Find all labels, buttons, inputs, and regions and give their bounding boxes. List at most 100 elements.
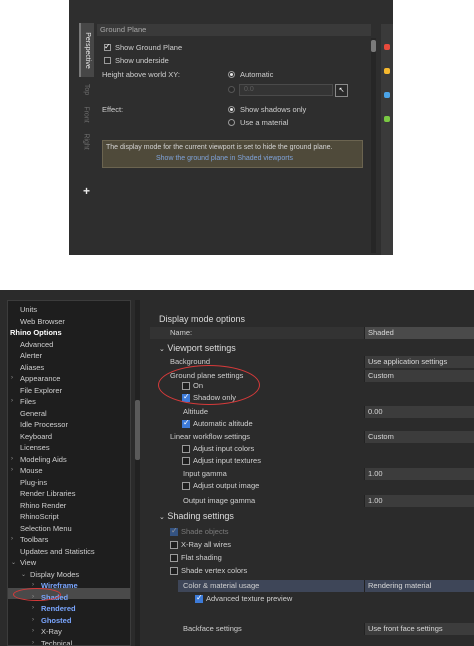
tree-item[interactable]: Technical (41, 638, 72, 646)
tree-item[interactable]: Display Modes (30, 569, 79, 580)
tree-item[interactable]: Mouse (20, 465, 43, 476)
rhino-options-dialog: Units Web Browser Rhino Options Advanced Ale… (0, 290, 474, 646)
tree-scrollbar[interactable] (135, 300, 140, 646)
ground-plane-panel: Perspective Top Front Right + Ground Pla… (69, 0, 393, 255)
chevron-right-icon[interactable]: › (11, 467, 13, 473)
selection-highlight-ellipse (13, 588, 61, 601)
tree-item[interactable]: Render Libraries (20, 488, 75, 499)
effect-shadows-radio[interactable] (228, 106, 235, 113)
panel-scrollbar[interactable] (371, 38, 376, 253)
tree-item[interactable]: Ghosted (41, 615, 71, 626)
chevron-right-icon[interactable]: › (11, 456, 13, 462)
show-underside-label: Show underside (115, 56, 169, 65)
background-dropdown[interactable]: Use application settings (364, 356, 474, 368)
panel-title: Ground Plane (97, 24, 371, 36)
input-gamma-label: Input gamma (183, 469, 227, 478)
tree-item[interactable]: Rendered (41, 603, 76, 614)
tree-item[interactable]: Updates and Statistics (20, 546, 95, 557)
tab-top-label: Top (82, 83, 90, 95)
chevron-right-icon[interactable]: › (32, 640, 34, 646)
tree-item[interactable]: Units (20, 304, 37, 315)
tree-item[interactable]: X-Ray (41, 626, 62, 637)
tree-item[interactable]: Keyboard (20, 431, 52, 442)
folder-icon[interactable] (384, 92, 390, 98)
name-label: Name: (170, 328, 193, 337)
adjust-output-image-checkbox[interactable] (182, 482, 190, 490)
tree-item[interactable]: Aliases (20, 362, 44, 373)
effect-shadows-label: Show shadows only (240, 105, 307, 114)
color-wheel-icon[interactable] (384, 68, 390, 74)
chevron-right-icon[interactable]: › (11, 398, 13, 404)
flat-shading-checkbox[interactable] (170, 554, 178, 562)
color-wheel-icon[interactable] (384, 44, 390, 50)
tree-item[interactable]: General (20, 408, 47, 419)
tree-item[interactable]: Files (20, 396, 36, 407)
tree-item[interactable]: Toolbars (20, 534, 48, 545)
chevron-down-icon[interactable]: ⌄ (21, 571, 26, 578)
show-ground-plane-link[interactable]: Show the ground plane in Shaded viewport… (156, 155, 293, 162)
ground-plane-dropdown[interactable]: Custom (364, 370, 474, 382)
height-automatic-radio[interactable] (228, 71, 235, 78)
altitude-field[interactable]: 0.00 (364, 406, 474, 418)
tree-item[interactable]: Advanced (20, 339, 53, 350)
shading-settings-label: Shading settings (167, 511, 234, 521)
flat-shading-label: Flat shading (181, 553, 222, 562)
advanced-texture-checkbox[interactable] (195, 593, 203, 603)
tree-item[interactable]: Modeling Aids (20, 454, 67, 465)
tab-right[interactable]: Right (79, 129, 94, 153)
color-material-dropdown[interactable]: Rendering material (364, 580, 474, 592)
automatic-altitude-label: Automatic altitude (193, 419, 253, 428)
add-tab-button[interactable]: + (79, 183, 94, 199)
viewport-settings-heading[interactable]: ⌄ Viewport settings (159, 343, 236, 353)
tree-item[interactable]: RhinoScript (20, 511, 59, 522)
adjust-input-colors-checkbox[interactable] (182, 445, 190, 453)
tab-perspective[interactable]: Perspective (79, 23, 94, 77)
advanced-texture-label: Advanced texture preview (206, 594, 293, 603)
height-input[interactable]: 0.0 (239, 84, 333, 96)
chevron-right-icon[interactable]: › (11, 375, 13, 381)
linear-workflow-label: Linear workflow settings (170, 432, 251, 441)
shade-vertex-colors-label: Shade vertex colors (181, 566, 248, 575)
tree-item[interactable]: Rhino Options (10, 327, 62, 338)
tree-item[interactable]: Appearance (20, 373, 60, 384)
chevron-down-icon[interactable]: ⌄ (11, 559, 16, 566)
show-ground-plane-checkbox[interactable] (104, 42, 111, 51)
tree-item[interactable]: Licenses (20, 442, 50, 453)
tab-top[interactable]: Top (79, 79, 94, 99)
automatic-altitude-checkbox[interactable] (182, 418, 190, 428)
chevron-right-icon[interactable]: › (32, 628, 34, 634)
shading-settings-heading[interactable]: ⌄ Shading settings (159, 511, 234, 521)
tree-item[interactable]: Web Browser (20, 316, 65, 327)
tab-right-label: Right (83, 132, 90, 150)
chevron-right-icon[interactable]: › (32, 605, 34, 611)
show-underside-checkbox[interactable] (104, 57, 111, 64)
chevron-down-icon: ⌄ (159, 346, 165, 353)
panel-scrollbar-thumb[interactable] (371, 40, 376, 52)
name-field[interactable]: Shaded (364, 327, 474, 339)
tab-front[interactable]: Front (79, 101, 94, 127)
adjust-input-textures-checkbox[interactable] (182, 457, 190, 465)
adjust-input-textures-label: Adjust input textures (193, 456, 261, 465)
pick-point-button[interactable]: ↖ (335, 84, 348, 97)
backface-dropdown[interactable]: Use front face settings (364, 623, 474, 635)
xray-all-wires-checkbox[interactable] (170, 541, 178, 549)
shade-objects-checkbox[interactable] (170, 526, 178, 536)
chevron-right-icon[interactable]: › (32, 617, 34, 623)
tree-item[interactable]: File Explorer (20, 385, 62, 396)
input-gamma-field[interactable]: 1.00 (364, 468, 474, 480)
height-custom-radio[interactable] (228, 86, 235, 93)
tab-front-label: Front (83, 105, 90, 123)
tree-scrollbar-thumb[interactable] (135, 400, 140, 460)
linear-workflow-dropdown[interactable]: Custom (364, 431, 474, 443)
shade-vertex-colors-checkbox[interactable] (170, 567, 178, 575)
chevron-right-icon[interactable]: › (11, 536, 13, 542)
tree-item[interactable]: View (20, 557, 36, 568)
tree-item[interactable]: Alerter (20, 350, 42, 361)
tree-item[interactable]: Idle Processor (20, 419, 68, 430)
tree-item[interactable]: Selection Menu (20, 523, 72, 534)
tree-item[interactable]: Rhino Render (20, 500, 66, 511)
effect-material-radio[interactable] (228, 119, 235, 126)
tree-item[interactable]: Plug-ins (20, 477, 47, 488)
grid-icon[interactable] (384, 116, 390, 122)
output-gamma-field[interactable]: 1.00 (364, 495, 474, 507)
